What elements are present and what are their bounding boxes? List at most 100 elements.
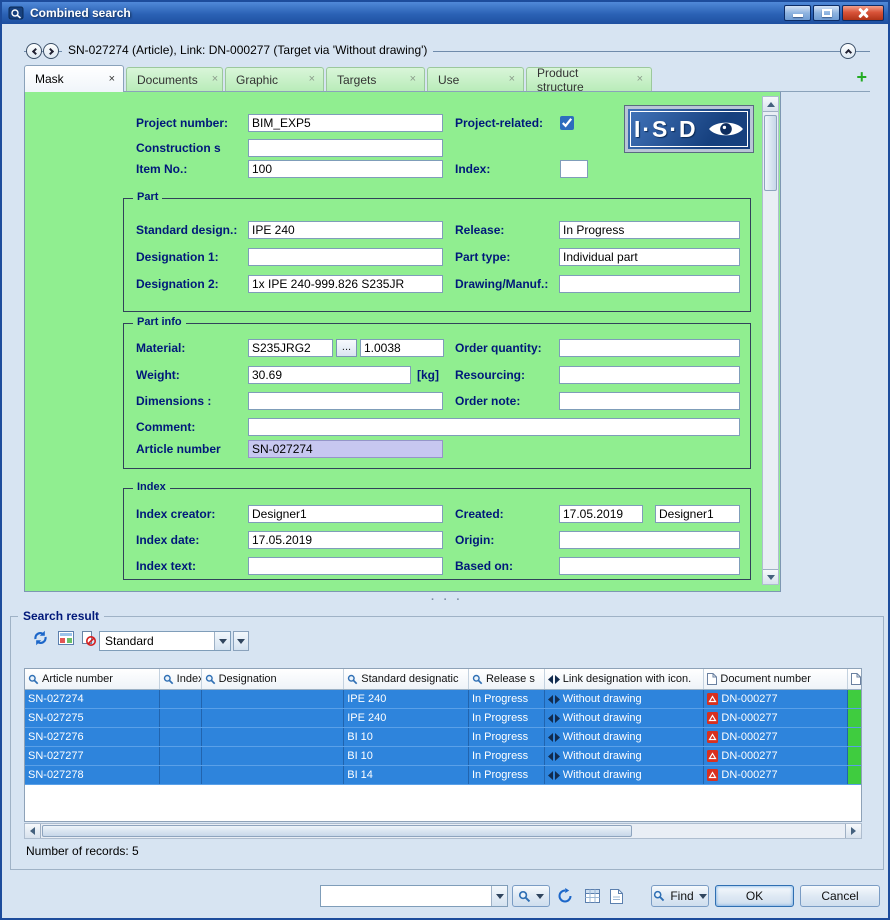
created-by-input[interactable] <box>655 505 740 523</box>
column-header-document_number[interactable]: Document number <box>704 669 849 689</box>
scroll-down-button[interactable] <box>763 569 778 584</box>
add-tab-button[interactable]: + <box>856 68 867 86</box>
table-horizontal-scrollbar[interactable] <box>24 823 862 839</box>
table-row[interactable]: SN-027278 BI 14 In Progress Without drawing… <box>25 766 861 785</box>
mask-panel: Project number: Project-related: I·S·D C… <box>24 92 781 592</box>
table-row[interactable]: SN-027274 IPE 240 In Progress Without drawi… <box>25 690 861 709</box>
comment-input[interactable] <box>248 418 740 436</box>
collapse-button[interactable] <box>840 43 856 59</box>
tab-close-icon[interactable]: × <box>410 74 416 85</box>
table-row[interactable]: SN-027275 IPE 240 In Progress Without drawi… <box>25 709 861 728</box>
tab-use[interactable]: Use × <box>427 67 524 91</box>
designation2-input[interactable] <box>248 275 443 293</box>
refresh-results-button[interactable] <box>30 628 50 648</box>
tab-mask[interactable]: Mask × <box>24 65 124 92</box>
result-view-button[interactable] <box>56 628 76 648</box>
footer-combo[interactable] <box>320 885 508 907</box>
item-no-input[interactable] <box>248 160 443 178</box>
prev-record-button[interactable] <box>26 43 42 59</box>
delete-list-icon <box>81 630 96 646</box>
maximize-button[interactable] <box>813 5 840 21</box>
scrollbar-thumb[interactable] <box>764 115 777 191</box>
column-header-release[interactable]: Release s <box>469 669 545 689</box>
minimize-button[interactable] <box>784 5 811 21</box>
release-input[interactable] <box>559 221 740 239</box>
column-header-link_designation[interactable]: Link designation with icon. <box>545 669 705 689</box>
tab-targets[interactable]: Targets × <box>326 67 425 91</box>
order-quantity-input[interactable] <box>559 339 740 357</box>
index-date-input[interactable] <box>248 531 443 549</box>
preset-options-button[interactable] <box>233 631 249 651</box>
ok-button[interactable]: OK <box>715 885 794 907</box>
tab-graphic[interactable]: Graphic × <box>225 67 324 91</box>
column-header-s[interactable]: S <box>848 669 861 689</box>
titlebar[interactable]: Combined search <box>2 2 888 24</box>
index-input[interactable] <box>560 160 588 178</box>
designation1-input[interactable] <box>248 248 443 266</box>
index-creator-input[interactable] <box>248 505 443 523</box>
chevron-down-icon <box>698 893 707 903</box>
clear-result-button[interactable] <box>78 628 98 648</box>
material-input[interactable] <box>248 339 333 357</box>
reload-button[interactable] <box>554 886 576 906</box>
origin-input[interactable] <box>559 531 740 549</box>
cancel-button[interactable]: Cancel <box>800 885 880 907</box>
doc-icon <box>707 673 718 685</box>
new-document-button[interactable] <box>605 886 627 906</box>
next-record-button[interactable] <box>43 43 59 59</box>
table-row[interactable]: SN-027276 BI 10 In Progress Without drawing… <box>25 728 861 747</box>
cell-link_designation: Without drawing <box>545 690 705 708</box>
weight-input[interactable] <box>248 366 411 384</box>
tab-close-icon[interactable]: × <box>509 74 515 85</box>
cell-index <box>160 766 202 784</box>
scroll-right-button[interactable] <box>845 824 861 838</box>
created-date-input[interactable] <box>559 505 643 523</box>
scroll-up-button[interactable] <box>763 97 778 112</box>
project-related-checkbox[interactable] <box>560 116 574 130</box>
splitter-grip[interactable]: · · · <box>402 594 492 606</box>
find-button[interactable]: Find <box>651 885 709 907</box>
column-header-designation[interactable]: Designation <box>202 669 345 689</box>
tab-close-icon[interactable]: × <box>637 74 643 85</box>
search-result-legend: Search result <box>18 609 105 623</box>
tab-close-icon[interactable]: × <box>212 74 218 85</box>
cell-document_number: DN-000277 <box>704 766 849 784</box>
resourcing-input[interactable] <box>559 366 740 384</box>
cell-document_number: DN-000277 <box>704 747 849 765</box>
construction-input[interactable] <box>248 139 443 157</box>
scroll-left-button[interactable] <box>25 824 41 838</box>
standard-design-input[interactable] <box>248 221 443 239</box>
chevron-down-icon <box>237 638 245 648</box>
scrollbar-thumb[interactable] <box>42 825 632 837</box>
isd-logo: I·S·D <box>624 105 754 153</box>
search-split-button[interactable] <box>512 885 550 907</box>
table-row[interactable]: SN-027277 BI 10 In Progress Without drawing… <box>25 747 861 766</box>
tab-close-icon[interactable]: × <box>309 74 315 85</box>
based-on-input[interactable] <box>559 557 740 575</box>
result-preset-combo[interactable]: Standard <box>99 631 231 651</box>
tab-label: Graphic <box>236 72 279 87</box>
index-text-input[interactable] <box>248 557 443 575</box>
export-table-button[interactable] <box>581 886 603 906</box>
column-header-index[interactable]: Index <box>160 669 202 689</box>
cell-designation <box>202 747 345 765</box>
dimensions-input[interactable] <box>248 392 443 410</box>
column-label: Standard designatic <box>361 673 459 685</box>
material-number-input[interactable] <box>360 339 444 357</box>
drawing-manuf-input[interactable] <box>559 275 740 293</box>
tab-documents[interactable]: Documents × <box>126 67 223 91</box>
tab-product-structure[interactable]: Product structure × <box>526 66 652 94</box>
column-header-article_number[interactable]: Article number <box>25 669 160 689</box>
order-note-input[interactable] <box>559 392 740 410</box>
close-button[interactable] <box>842 5 884 21</box>
drawing-document-icon <box>707 750 719 762</box>
project-number-input[interactable] <box>248 114 443 132</box>
cell-link_designation: Without drawing <box>545 747 705 765</box>
mask-vertical-scrollbar[interactable] <box>762 96 779 585</box>
column-header-standard_designation[interactable]: Standard designatic <box>344 669 469 689</box>
construction-label: Construction s <box>136 141 221 155</box>
part-type-input[interactable] <box>559 248 740 266</box>
tab-close-icon[interactable]: × <box>109 73 115 85</box>
material-browse-button[interactable]: ... <box>336 339 357 357</box>
cell-standard_designation: IPE 240 <box>344 709 469 727</box>
